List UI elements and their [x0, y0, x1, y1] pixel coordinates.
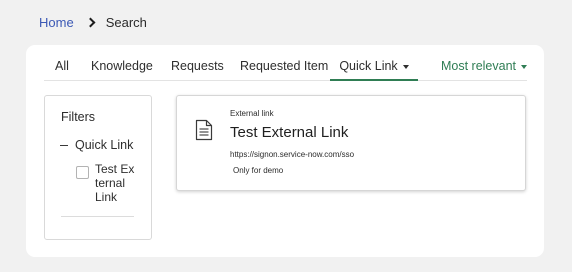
result-url: https://signon.service-now.com/sso — [230, 150, 355, 159]
breadcrumb-home-link[interactable]: Home — [39, 15, 74, 30]
breadcrumb: Home Search — [39, 13, 147, 31]
filter-group-quick-link[interactable]: Quick Link — [60, 138, 133, 152]
caret-down-icon — [521, 64, 527, 69]
caret-down-icon — [402, 64, 409, 69]
tab-requested-item[interactable]: Requested Item — [240, 53, 328, 80]
tab-quick-link-label: Quick Link — [339, 59, 398, 73]
filter-checkbox[interactable] — [76, 166, 89, 179]
filters-title: Filters — [61, 110, 96, 124]
filter-option-test-external-link[interactable]: Test External Link — [76, 162, 135, 204]
search-tabs: All Knowledge Requests Requested Item Qu… — [44, 53, 527, 81]
tab-all[interactable]: All — [55, 53, 69, 80]
sort-label: Most relevant — [440, 59, 516, 73]
result-title[interactable]: Test External Link — [230, 124, 348, 141]
filter-group-label: Quick Link — [75, 138, 134, 152]
search-results-card: All Knowledge Requests Requested Item Qu… — [26, 45, 544, 257]
document-icon — [195, 119, 213, 141]
result-card[interactable]: External link Test External Link https:/… — [176, 95, 526, 191]
chevron-right-icon — [85, 17, 96, 27]
sort-dropdown[interactable]: Most relevant — [441, 53, 527, 80]
tab-knowledge[interactable]: Knowledge — [91, 53, 153, 80]
filter-divider — [61, 216, 134, 217]
minus-icon — [60, 144, 68, 146]
tab-quick-link[interactable]: Quick Link — [330, 53, 418, 81]
tab-requests[interactable]: Requests — [171, 53, 224, 80]
filter-option-label: Test External Link — [95, 162, 135, 204]
breadcrumb-current: Search — [105, 14, 147, 30]
result-type: External link — [230, 109, 274, 118]
result-description: Only for demo — [233, 166, 284, 175]
filters-panel: Filters Quick Link Test External Link — [44, 95, 152, 240]
